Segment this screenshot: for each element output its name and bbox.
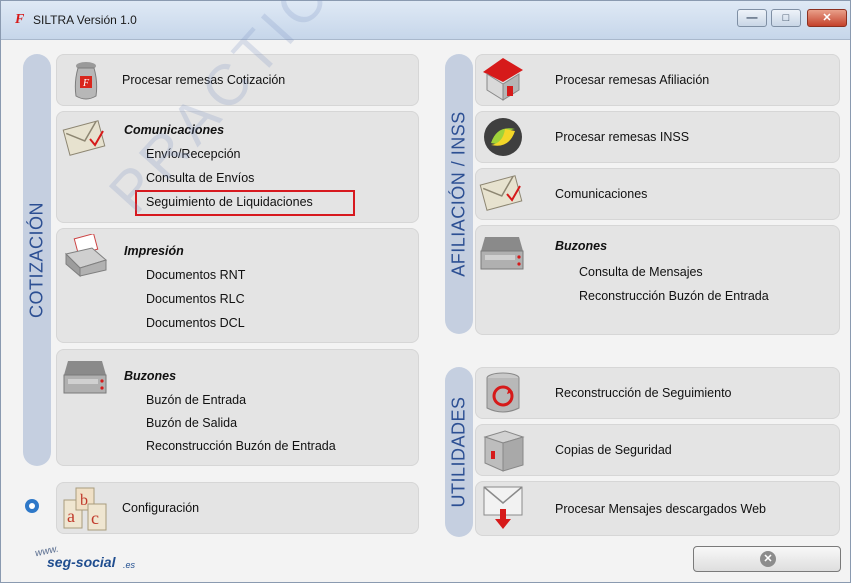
inbox-tray-icon bbox=[63, 361, 107, 394]
documentos-dcl-link[interactable]: Documentos DCL bbox=[146, 316, 245, 330]
printer-icon bbox=[65, 234, 108, 278]
logo-seg-social: seg-social bbox=[47, 554, 116, 570]
stamp-icon: F bbox=[74, 62, 98, 100]
reconstruccion-buzon-afiliacion-link[interactable]: Reconstrucción Buzón de Entrada bbox=[579, 289, 769, 303]
maximize-button[interactable]: □ bbox=[771, 9, 801, 27]
close-window-button[interactable]: ✕ bbox=[807, 9, 847, 27]
envio-recepcion-link[interactable]: Envío/Recepción bbox=[146, 147, 241, 161]
title-bar: F SILTRA Versión 1.0 — □ ✕ bbox=[1, 1, 850, 40]
section-cotizacion-label: COTIZACIÓN bbox=[26, 202, 47, 318]
envelope-icon bbox=[62, 120, 106, 156]
panel-buzones-afiliacion: Buzones Consulta de Mensajes Reconstrucc… bbox=[475, 225, 840, 335]
siltra-icon: F bbox=[15, 12, 25, 27]
remesas-inss-label: Procesar remesas INSS bbox=[555, 130, 690, 144]
svg-text:F: F bbox=[82, 78, 90, 89]
remesas-cotizacion-label: Procesar remesas Cotización bbox=[122, 73, 286, 87]
buzones-cotizacion-title: Buzones bbox=[124, 369, 177, 383]
close-circle-icon: ✕ bbox=[760, 551, 776, 567]
comunicaciones-afiliacion-label: Comunicaciones bbox=[555, 187, 648, 201]
section-utilidades-label: UTILIDADES bbox=[448, 396, 469, 508]
svg-text:c: c bbox=[91, 508, 99, 528]
panel-configuracion[interactable]: a b c Configuración bbox=[56, 482, 419, 534]
buzon-entrada-link[interactable]: Buzón de Entrada bbox=[146, 393, 246, 407]
svg-text:a: a bbox=[67, 506, 75, 526]
remesas-afiliacion-label: Procesar remesas Afiliación bbox=[555, 73, 710, 87]
copias-seguridad-label: Copias de Seguridad bbox=[555, 443, 672, 457]
panel-impresion: Impresión Documentos RNT Documentos RLC … bbox=[56, 228, 419, 343]
consulta-mensajes-link[interactable]: Consulta de Mensajes bbox=[579, 265, 703, 279]
documentos-rlc-link[interactable]: Documentos RLC bbox=[146, 292, 245, 306]
configuracion-label: Configuración bbox=[122, 501, 200, 515]
mensajes-web-label: Procesar Mensajes descargados Web bbox=[555, 502, 766, 516]
panel-reconstruccion-seguimiento[interactable]: Reconstrucción de Seguimiento bbox=[475, 367, 840, 419]
panel-remesas-cotizacion[interactable]: F Procesar remesas Cotización bbox=[56, 54, 419, 106]
consulta-envios-link[interactable]: Consulta de Envíos bbox=[146, 171, 254, 185]
minimize-icon: — bbox=[746, 12, 758, 24]
panel-remesas-afiliacion[interactable]: Procesar remesas Afiliación bbox=[475, 54, 840, 106]
panel-comunicaciones-afiliacion[interactable]: Comunicaciones bbox=[475, 168, 840, 220]
inbox-tray-icon bbox=[480, 237, 524, 270]
house-icon bbox=[483, 58, 523, 101]
highlight-box bbox=[135, 190, 355, 216]
logo-es: .es bbox=[123, 560, 136, 570]
panel-buzones-cotizacion: Buzones Buzón de Entrada Buzón de Salida… bbox=[56, 349, 419, 466]
seg-social-logo[interactable]: www. seg-social .es bbox=[34, 544, 145, 572]
panel-remesas-inss[interactable]: Procesar remesas INSS bbox=[475, 111, 840, 163]
maximize-icon: □ bbox=[782, 12, 790, 24]
reconstruccion-buzon-link[interactable]: Reconstrucción Buzón de Entrada bbox=[146, 439, 336, 453]
section-afiliacion: AFILIACIÓN / INSS bbox=[445, 54, 473, 334]
documentos-rnt-link[interactable]: Documentos RNT bbox=[146, 268, 245, 282]
download-mail-icon bbox=[483, 486, 523, 529]
section-afiliacion-label: AFILIACIÓN / INSS bbox=[448, 111, 469, 277]
comunicaciones-title: Comunicaciones bbox=[124, 123, 225, 137]
exit-button[interactable]: ✕ bbox=[693, 546, 841, 572]
close-icon: ✕ bbox=[822, 12, 832, 24]
reconstruccion-seguimiento-label: Reconstrucción de Seguimiento bbox=[555, 386, 732, 400]
buzones-afiliacion-title: Buzones bbox=[555, 239, 608, 253]
gear-icon bbox=[25, 499, 39, 513]
inss-swirl-icon bbox=[484, 118, 522, 156]
window-title: SILTRA Versión 1.0 bbox=[33, 13, 137, 27]
impresion-title: Impresión bbox=[124, 244, 184, 258]
database-refresh-icon bbox=[486, 372, 520, 413]
panel-mensajes-web[interactable]: Procesar Mensajes descargados Web bbox=[475, 481, 840, 536]
section-utilidades: UTILIDADES bbox=[445, 367, 473, 537]
envelope-icon bbox=[479, 175, 523, 211]
minimize-button[interactable]: — bbox=[737, 9, 767, 27]
siltra-window: F SILTRA Versión 1.0 — □ ✕ COTIZACIÓN AF… bbox=[0, 0, 851, 583]
buzon-salida-link[interactable]: Buzón de Salida bbox=[146, 416, 237, 430]
font-blocks-icon: a b c bbox=[63, 487, 107, 531]
safe-box-icon bbox=[483, 430, 525, 472]
svg-text:b: b bbox=[80, 492, 88, 509]
section-cotizacion: COTIZACIÓN bbox=[23, 54, 51, 466]
panel-comunicaciones: Comunicaciones Envío/Recepción Consulta … bbox=[56, 111, 419, 223]
panel-copias-seguridad[interactable]: Copias de Seguridad bbox=[475, 424, 840, 476]
